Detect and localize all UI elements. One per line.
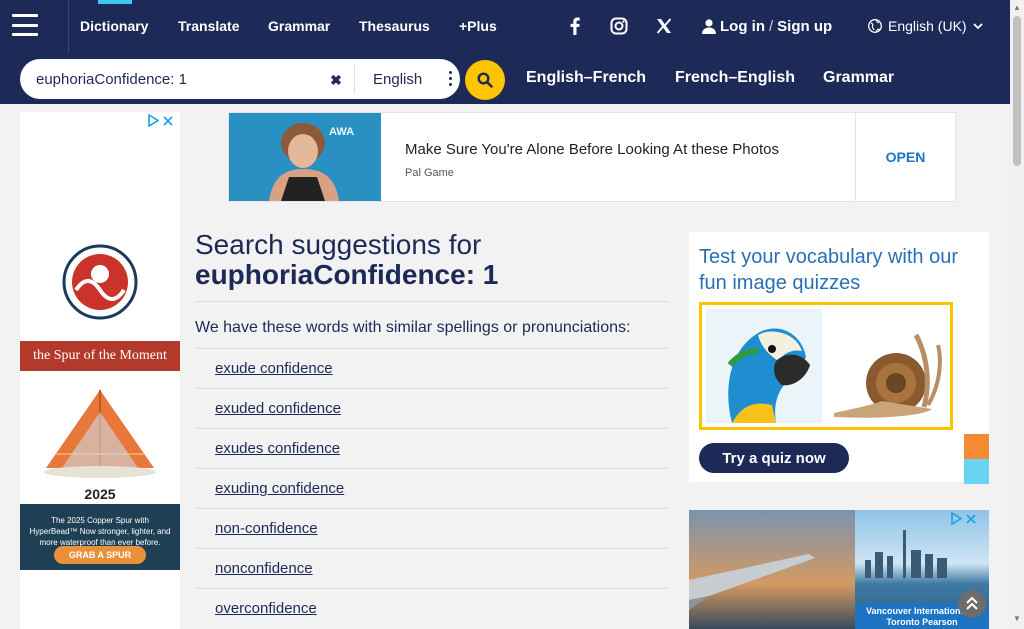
side-tab-orange[interactable] (964, 434, 989, 459)
list-item: exudes confidence (195, 428, 669, 468)
quiz-card: Test your vocabulary with our fun image … (689, 232, 989, 482)
svg-text:AWA: AWA (329, 126, 354, 138)
main-content: Search suggestions for euphoriaConfidenc… (195, 230, 669, 628)
ad-copy: The 2025 Copper Spur with HyperBead™ Now… (29, 516, 171, 547)
title-term: euphoriaConfidence: 1 (195, 259, 499, 290)
tent-image (44, 390, 156, 478)
nav-dictionary[interactable]: Dictionary (80, 0, 150, 52)
dictionary-label: English (373, 70, 423, 88)
nav-grammar[interactable]: Grammar (268, 0, 330, 52)
suggestion-link[interactable]: exuded confidence (215, 400, 341, 417)
ad-brand-logo (20, 244, 180, 320)
ad-headline: Make Sure You're Alone Before Looking At… (405, 141, 779, 158)
subnav-french-english[interactable]: French–English (675, 52, 795, 104)
language-label: English (UK) (888, 18, 967, 34)
auth-links: Log in / Sign up (702, 0, 832, 52)
search-box: ✖ English (20, 59, 460, 99)
subnav-grammar[interactable]: Grammar (823, 52, 894, 104)
list-item: exuded confidence (195, 388, 669, 428)
suggestion-link[interactable]: exuding confidence (215, 480, 344, 497)
page-scrollbar[interactable]: ▲ ▼ (1010, 0, 1024, 629)
chevron-down-icon (972, 22, 983, 29)
list-item: exude confidence (195, 348, 669, 388)
list-item: exuding confidence (195, 468, 669, 508)
close-icon[interactable] (966, 513, 976, 524)
user-icon (702, 18, 716, 34)
nav-divider (68, 0, 69, 52)
arrow-up-icon (966, 597, 978, 610)
bottom-advertisement[interactable]: Vancouver International ✈ Toronto Pearso… (689, 510, 989, 629)
back-to-top-button[interactable] (958, 590, 986, 618)
language-selector[interactable]: English (UK) (868, 14, 983, 38)
left-advertisement[interactable]: the Spur of the Moment 2025 The 2025 Cop… (20, 112, 180, 629)
title-divider (195, 301, 669, 302)
ad-open-button[interactable]: OPEN (855, 113, 955, 201)
suggestion-link[interactable]: nonconfidence (215, 560, 313, 577)
nav-plus[interactable]: +Plus (459, 0, 497, 52)
adchoices-icon[interactable] (951, 512, 976, 525)
quiz-title: Test your vocabulary with our fun image … (699, 246, 959, 294)
dictionary-selector[interactable]: English (354, 65, 466, 93)
quiz-image[interactable] (699, 302, 953, 430)
signup-link[interactable]: Sign up (777, 18, 832, 35)
ad-cta-button[interactable]: GRAB A SPUR (54, 546, 146, 564)
x-icon[interactable] (652, 14, 676, 38)
adchoices-icon[interactable] (148, 114, 173, 127)
search-button[interactable] (465, 60, 505, 100)
clear-search-icon[interactable]: ✖ (326, 70, 346, 90)
side-tab-cyan[interactable] (964, 459, 989, 484)
suggestion-link[interactable]: exudes confidence (215, 440, 340, 457)
ad-source: Pal Game (405, 167, 454, 179)
scrollbar-thumb[interactable] (1013, 16, 1021, 166)
login-link[interactable]: Log in (720, 18, 765, 35)
suggestion-list: exude confidence exuded confidence exude… (195, 348, 669, 628)
nav-translate[interactable]: Translate (178, 0, 239, 52)
facebook-icon[interactable] (563, 14, 587, 38)
instagram-icon[interactable] (607, 14, 631, 38)
globe-icon (868, 19, 882, 33)
ad-photo: AWA (229, 113, 381, 201)
nav-thesaurus[interactable]: Thesaurus (359, 0, 430, 52)
top-navigation: Dictionary Translate Grammar Thesaurus +… (0, 0, 1010, 52)
search-icon (477, 72, 493, 88)
more-options-icon (449, 71, 452, 86)
search-bar: ✖ English English–French French–English … (0, 52, 1010, 104)
auth-separator: / (769, 17, 774, 35)
suggestion-link[interactable]: non-confidence (215, 520, 318, 537)
suggestion-link[interactable]: overconfidence (215, 600, 317, 617)
side-tabs[interactable] (964, 434, 989, 484)
page-title: Search suggestions for euphoriaConfidenc… (195, 230, 669, 290)
subnav-english-french[interactable]: English–French (526, 52, 646, 104)
ad-wing-image (689, 510, 855, 629)
close-icon[interactable] (163, 115, 173, 126)
ad-year: 2025 (84, 486, 116, 502)
scroll-down-arrow[interactable]: ▼ (1013, 614, 1021, 623)
try-quiz-button[interactable]: Try a quiz now (699, 443, 849, 473)
title-prefix: Search suggestions for (195, 229, 482, 260)
search-input[interactable] (36, 67, 306, 91)
menu-icon[interactable] (12, 14, 38, 36)
list-item: overconfidence (195, 588, 669, 628)
scroll-up-arrow[interactable]: ▲ (1013, 3, 1021, 12)
intro-text: We have these words with similar spellin… (195, 319, 631, 336)
list-item: non-confidence (195, 508, 669, 548)
list-item: nonconfidence (195, 548, 669, 588)
suggestion-link[interactable]: exude confidence (215, 360, 333, 377)
top-advertisement[interactable]: AWA Make Sure You're Alone Before Lookin… (228, 112, 956, 202)
ad-tagline: the Spur of the Moment (20, 341, 180, 371)
